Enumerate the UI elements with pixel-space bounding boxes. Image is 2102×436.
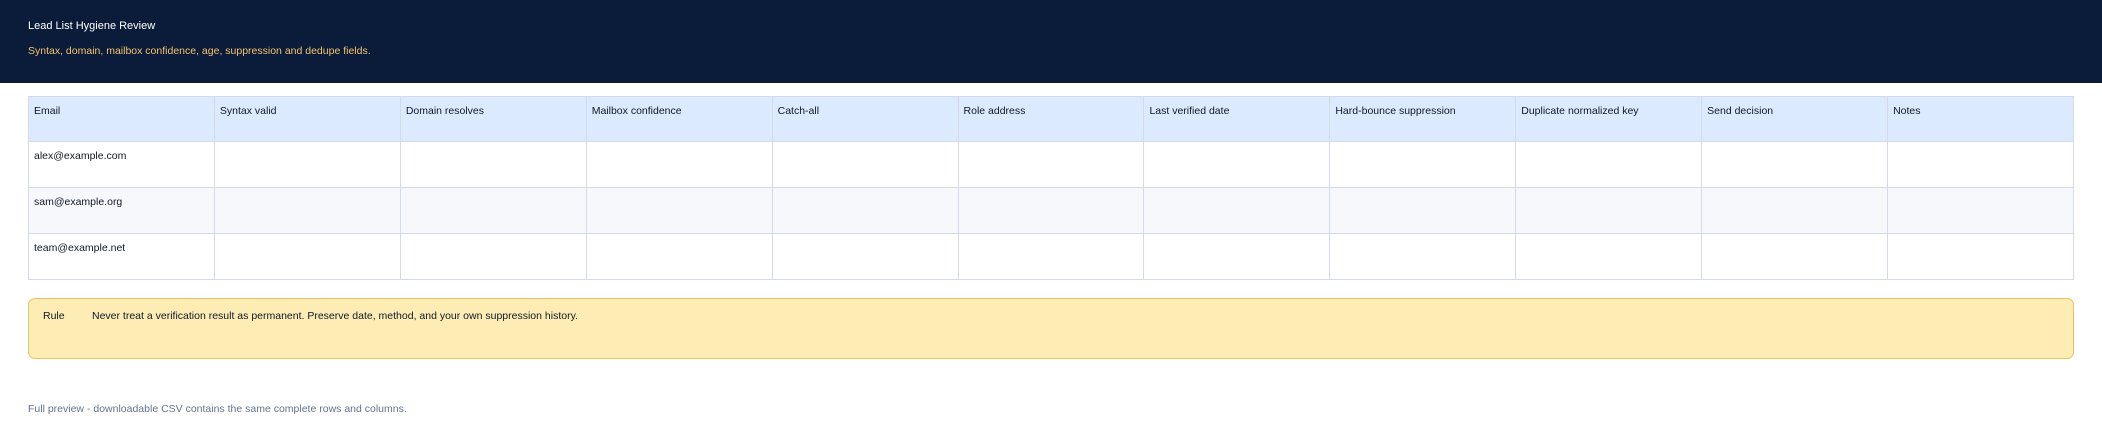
cell-syntax-valid	[213, 141, 401, 188]
column-header-role-address: Role address	[957, 96, 1145, 142]
review-table-container: Email Syntax valid Domain resolves Mailb…	[28, 96, 2074, 280]
cell-domain-resolves	[399, 233, 587, 280]
cell-send-decision	[1701, 187, 1889, 234]
cell-mailbox-confidence	[585, 187, 773, 234]
cell-domain-resolves	[399, 187, 587, 234]
cell-email: sam@example.org	[28, 187, 215, 234]
cell-syntax-valid	[213, 187, 401, 234]
cell-email: alex@example.com	[28, 141, 215, 188]
cell-last-verified-date	[1143, 187, 1331, 234]
cell-role-address	[957, 141, 1145, 188]
cell-last-verified-date	[1143, 233, 1331, 280]
column-header-email: Email	[28, 96, 215, 142]
column-header-notes: Notes	[1887, 96, 2074, 142]
table-row: alex@example.com	[28, 141, 2074, 188]
cell-duplicate-normalized-key	[1515, 233, 1703, 280]
cell-catch-all	[771, 141, 959, 188]
table-row: sam@example.org	[28, 187, 2074, 234]
footer-note: Full preview - downloadable CSV contains…	[28, 403, 407, 415]
cell-duplicate-normalized-key	[1515, 187, 1703, 234]
column-header-domain-resolves: Domain resolves	[399, 96, 587, 142]
cell-send-decision	[1701, 233, 1889, 280]
column-header-mailbox-confidence: Mailbox confidence	[585, 96, 773, 142]
page-subtitle: Syntax, domain, mailbox confidence, age,…	[28, 45, 371, 57]
table-header-row: Email Syntax valid Domain resolves Mailb…	[28, 96, 2074, 142]
cell-role-address	[957, 187, 1145, 234]
cell-hard-bounce-suppression	[1329, 141, 1517, 188]
cell-notes	[1887, 233, 2074, 280]
rule-label: Rule	[43, 310, 65, 322]
cell-role-address	[957, 233, 1145, 280]
table-row: team@example.net	[28, 233, 2074, 280]
cell-notes	[1887, 187, 2074, 234]
rule-callout: Rule Never treat a verification result a…	[28, 298, 2074, 359]
cell-mailbox-confidence	[585, 141, 773, 188]
column-header-syntax-valid: Syntax valid	[213, 96, 401, 142]
column-header-catch-all: Catch-all	[771, 96, 959, 142]
cell-last-verified-date	[1143, 141, 1331, 188]
column-header-hard-bounce-suppression: Hard-bounce suppression	[1329, 96, 1517, 142]
cell-notes	[1887, 141, 2074, 188]
column-header-duplicate-normalized-key: Duplicate normalized key	[1515, 96, 1703, 142]
review-table: Email Syntax valid Domain resolves Mailb…	[28, 96, 2074, 280]
cell-send-decision	[1701, 141, 1889, 188]
cell-catch-all	[771, 187, 959, 234]
page-title: Lead List Hygiene Review	[28, 20, 156, 32]
cell-domain-resolves	[399, 141, 587, 188]
page-header: Lead List Hygiene Review Syntax, domain,…	[0, 0, 2102, 83]
column-header-last-verified-date: Last verified date	[1143, 96, 1331, 142]
cell-catch-all	[771, 233, 959, 280]
cell-email: team@example.net	[28, 233, 215, 280]
cell-hard-bounce-suppression	[1329, 187, 1517, 234]
cell-syntax-valid	[213, 233, 401, 280]
column-header-send-decision: Send decision	[1701, 96, 1889, 142]
cell-duplicate-normalized-key	[1515, 141, 1703, 188]
rule-text: Never treat a verification result as per…	[92, 310, 578, 322]
cell-hard-bounce-suppression	[1329, 233, 1517, 280]
cell-mailbox-confidence	[585, 233, 773, 280]
